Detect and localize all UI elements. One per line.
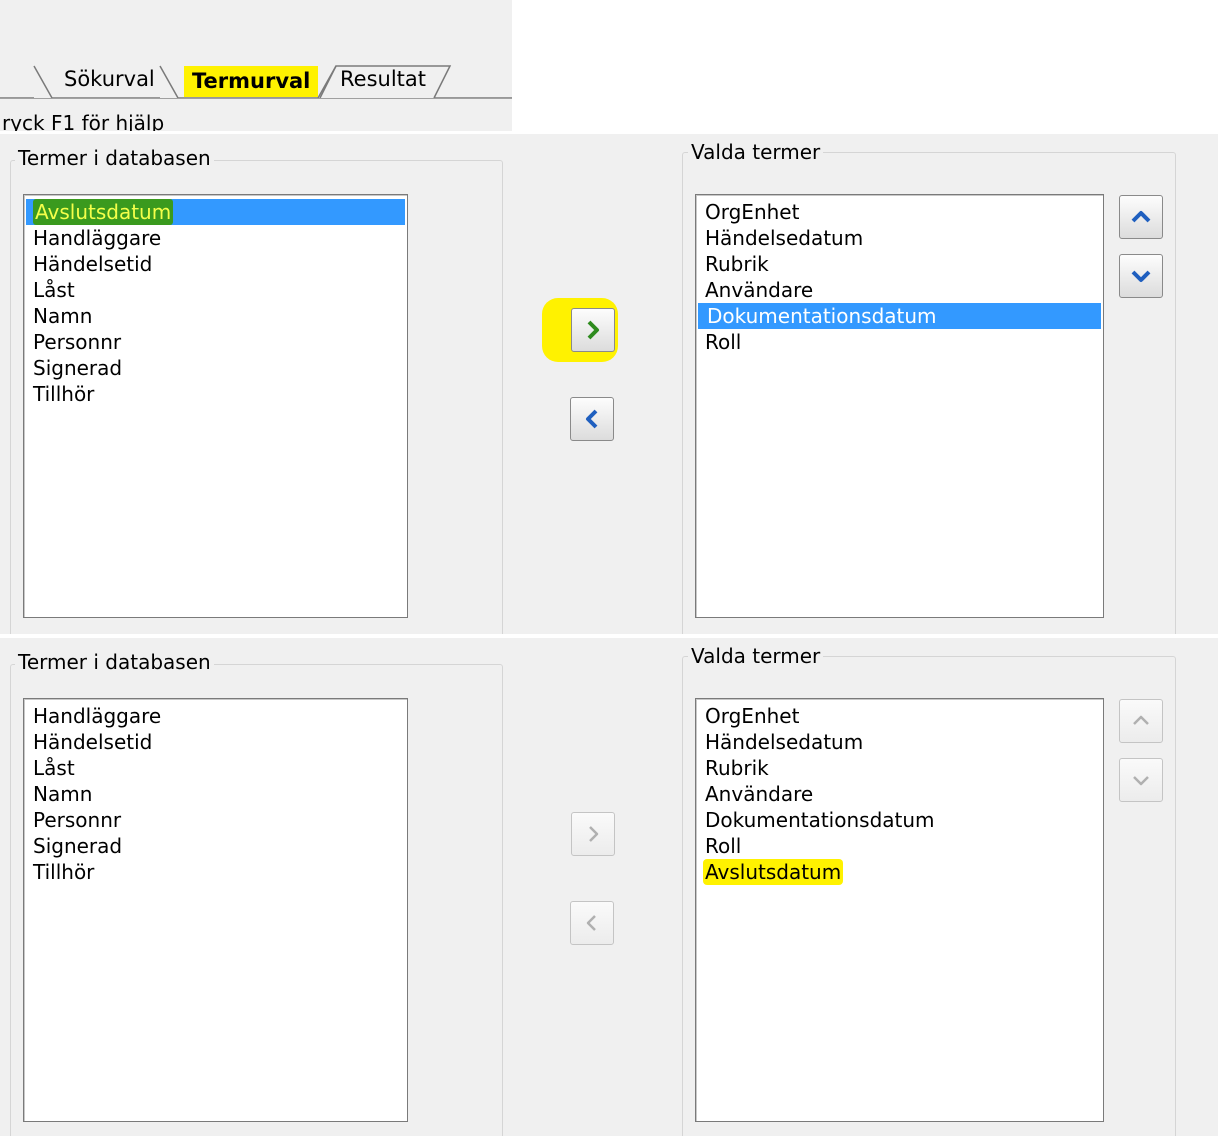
- list-item[interactable]: Namn: [24, 303, 407, 329]
- chevron-left-icon: [586, 915, 596, 931]
- list-item[interactable]: Händelsetid: [24, 729, 407, 755]
- database-terms-list[interactable]: Avslutsdatum Handläggare Händelsetid Lås…: [23, 194, 408, 618]
- list-item[interactable]: Personnr: [24, 329, 407, 355]
- list-item[interactable]: Avslutsdatum: [26, 199, 405, 225]
- tab-resultat[interactable]: Resultat: [340, 67, 426, 91]
- chevron-right-icon: [587, 320, 599, 340]
- list-item[interactable]: Signerad: [24, 833, 407, 859]
- database-terms-list[interactable]: Handläggare Händelsetid Låst Namn Person…: [23, 698, 408, 1122]
- chevron-down-icon: [1133, 776, 1149, 786]
- selected-terms-list[interactable]: OrgEnhet Händelsedatum Rubrik Användare …: [695, 698, 1104, 1122]
- list-item[interactable]: Händelsedatum: [696, 729, 1103, 755]
- list-item[interactable]: Händelsetid: [24, 251, 407, 277]
- selected-terms-list[interactable]: OrgEnhet Händelsedatum Rubrik Användare …: [695, 194, 1104, 618]
- list-item[interactable]: Händelsedatum: [696, 225, 1103, 251]
- tab-sokurval[interactable]: Sökurval: [64, 67, 155, 91]
- chevron-up-icon: [1133, 715, 1149, 725]
- remove-term-button[interactable]: [570, 397, 614, 441]
- list-item[interactable]: Roll: [696, 329, 1103, 355]
- add-term-button[interactable]: [571, 308, 615, 352]
- chevron-up-icon: [1131, 211, 1151, 223]
- list-item[interactable]: Låst: [24, 755, 407, 781]
- add-term-button[interactable]: [571, 812, 615, 856]
- tab-bar-area: Sökurval Termurval Resultat ryck F1 för …: [0, 0, 512, 131]
- chevron-right-icon: [589, 826, 599, 842]
- tab-termurval[interactable]: Termurval: [184, 66, 319, 97]
- remove-term-button[interactable]: [570, 901, 614, 945]
- list-item[interactable]: Handläggare: [24, 703, 407, 729]
- list-item[interactable]: Tillhör: [24, 859, 407, 885]
- group-title-terms-in-database: Termer i databasen: [15, 650, 214, 674]
- list-item[interactable]: OrgEnhet: [696, 703, 1103, 729]
- status-help-text: ryck F1 för hjälp: [2, 111, 165, 131]
- list-item[interactable]: Låst: [24, 277, 407, 303]
- chevron-down-icon: [1131, 270, 1151, 282]
- term-selection-panel-after: Termer i databasen Valda termer Handlägg…: [0, 638, 1218, 1136]
- chevron-left-icon: [586, 409, 598, 429]
- list-item[interactable]: Handläggare: [24, 225, 407, 251]
- move-down-button[interactable]: [1119, 758, 1163, 802]
- move-up-button[interactable]: [1119, 699, 1163, 743]
- term-selection-panel-before: Termer i databasen Valda termer Avslutsd…: [0, 134, 1218, 634]
- list-item[interactable]: Dokumentationsdatum: [696, 807, 1103, 833]
- list-item[interactable]: Rubrik: [696, 251, 1103, 277]
- list-item[interactable]: Namn: [24, 781, 407, 807]
- move-down-button[interactable]: [1119, 254, 1163, 298]
- group-title-terms-in-database: Termer i databasen: [15, 146, 214, 170]
- list-item[interactable]: Användare: [696, 781, 1103, 807]
- list-item[interactable]: Signerad: [24, 355, 407, 381]
- list-item[interactable]: Användare: [696, 277, 1103, 303]
- list-item[interactable]: OrgEnhet: [696, 199, 1103, 225]
- list-item[interactable]: Tillhör: [24, 381, 407, 407]
- group-title-selected-terms: Valda termer: [688, 644, 824, 668]
- list-item[interactable]: Rubrik: [696, 755, 1103, 781]
- list-item[interactable]: Dokumentationsdatum: [698, 303, 1101, 329]
- move-up-button[interactable]: [1119, 195, 1163, 239]
- list-item[interactable]: Personnr: [24, 807, 407, 833]
- list-item[interactable]: Avslutsdatum: [696, 859, 1103, 885]
- group-title-selected-terms: Valda termer: [688, 140, 824, 164]
- tab-baseline: [0, 98, 512, 99]
- list-item[interactable]: Roll: [696, 833, 1103, 859]
